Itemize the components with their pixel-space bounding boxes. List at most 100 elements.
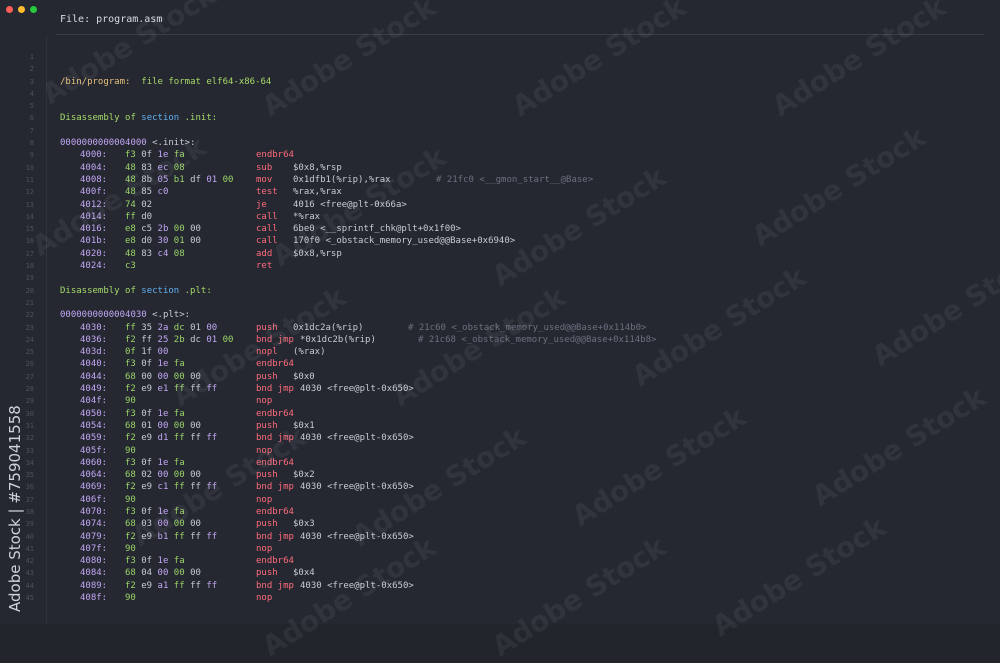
- instruction-bytes: 90: [125, 445, 136, 456]
- symbol-address: 0000000000004000: [60, 138, 147, 149]
- instruction-mnemonic: push: [256, 420, 278, 431]
- instruction-mnemonic: sub: [256, 162, 273, 173]
- code-line[interactable]: 1: [0, 51, 1000, 63]
- line-number: 14: [25, 212, 34, 221]
- instruction-mnemonic: push: [256, 371, 278, 382]
- code-line[interactable]: 41 407f: 90 nop: [0, 543, 1000, 555]
- instruction-address: 401b:: [80, 236, 108, 247]
- code-line[interactable]: 9 4000: f3 0f 1e fa endbr64: [0, 149, 1000, 161]
- code-line[interactable]: 21: [0, 297, 1000, 309]
- code-line[interactable]: 32 4059: f2 e9 d1 ff ff ff bnd jmp 4030 <fre…: [0, 432, 1000, 444]
- code-line[interactable]: 11 4008: 48 8b 05 b1 df 01 00 mov 0x1dfb1(%r…: [0, 174, 1000, 186]
- code-line[interactable]: 2: [0, 63, 1000, 75]
- line-number: 6: [29, 114, 34, 123]
- instruction-mnemonic: push: [256, 568, 278, 579]
- instruction-mnemonic: je: [256, 199, 267, 210]
- code-line[interactable]: 17 4020: 48 83 c4 08 add $0x8,%rsp: [0, 248, 1000, 260]
- instruction-mnemonic: add: [256, 248, 273, 259]
- line-number: 1: [29, 53, 34, 61]
- code-line[interactable]: 10 4004: 48 83 ec 08 sub $0x8,%rsp: [0, 162, 1000, 174]
- instruction-operands: $0x8,%rsp: [293, 162, 342, 173]
- code-line[interactable]: 5: [0, 100, 1000, 112]
- instruction-operands: $0x3: [293, 519, 315, 530]
- code-line[interactable]: 4: [0, 88, 1000, 100]
- instruction-address: 4054:: [80, 420, 108, 431]
- code-line[interactable]: 15 4016: e8 c5 2b 00 00 call 6be0 <__sprintf…: [0, 223, 1000, 235]
- line-number: 19: [25, 274, 34, 283]
- section-prefix: Disassembly of: [60, 113, 136, 124]
- code-line[interactable]: 6 Disassembly of section .init:: [0, 112, 1000, 124]
- code-line[interactable]: 7: [0, 125, 1000, 137]
- instruction-address: 4024:: [80, 261, 108, 272]
- code-line[interactable]: 38 4070: f3 0f 1e fa endbr64: [0, 506, 1000, 518]
- code-line[interactable]: 29 404f: 90 nop: [0, 395, 1000, 407]
- instruction-bytes: 48 83 c4 08: [125, 248, 185, 259]
- instruction-mnemonic: mov: [256, 174, 273, 185]
- line-number: 21: [25, 298, 34, 307]
- instruction-address: 4044:: [80, 371, 108, 382]
- instruction-bytes: 68 00 00 00 00: [125, 371, 201, 382]
- code-line[interactable]: 3/bin/program: file format elf64-x86-64: [0, 76, 1000, 88]
- instruction-mnemonic: nopl: [256, 347, 278, 358]
- line-number: 24: [25, 335, 34, 344]
- code-line[interactable]: 12 400f: 48 85 c0 test %rax,%rax: [0, 186, 1000, 198]
- code-line[interactable]: 18 4024: c3 ret: [0, 260, 1000, 272]
- code-line[interactable]: 26 4040: f3 0f 1e fa endbr64: [0, 358, 1000, 370]
- instruction-operands: %rax,%rax: [293, 187, 342, 198]
- code-line[interactable]: 16 401b: e8 d0 30 01 00 call 170f0 <_obstack…: [0, 235, 1000, 247]
- instruction-address: 4016:: [80, 224, 108, 235]
- code-line[interactable]: 14 4014: ff d0 call *%rax: [0, 211, 1000, 223]
- code-line[interactable]: 27 4044: 68 00 00 00 00 push $0x0: [0, 371, 1000, 383]
- instruction-address: 404f:: [80, 396, 108, 407]
- line-number: 18: [25, 262, 34, 271]
- code-line[interactable]: 20 Disassembly of section .plt:: [0, 285, 1000, 297]
- instruction-operands: $0x8,%rsp: [293, 248, 342, 259]
- instruction-operands: 0x1dfb1(%rip),%rax: [293, 174, 391, 185]
- code-line[interactable]: 28 4049: f2 e9 e1 ff ff ff bnd jmp 4030 <fre…: [0, 383, 1000, 395]
- code-line[interactable]: 42 4080: f3 0f 1e fa endbr64: [0, 555, 1000, 567]
- code-line[interactable]: 22 0000000000004030 <.plt>:: [0, 309, 1000, 321]
- code-line[interactable]: 33 405f: 90 nop: [0, 445, 1000, 457]
- instruction-address: 4059:: [80, 433, 108, 444]
- instruction-operands: 6be0 <__sprintf_chk@plt+0x1f00>: [293, 224, 461, 235]
- instruction-bytes: ff d0: [125, 211, 153, 222]
- symbol-address: 0000000000004030: [60, 310, 147, 321]
- code-line[interactable]: 24 4036: f2 ff 25 2b dc 01 00 bnd jmp *0x1dc…: [0, 334, 1000, 346]
- instruction-bytes: f3 0f 1e fa: [125, 359, 185, 370]
- code-line[interactable]: 39 4074: 68 03 00 00 00 push $0x3: [0, 518, 1000, 530]
- instruction-operands: $0x4: [293, 568, 315, 579]
- code-line[interactable]: 31 4054: 68 01 00 00 00 push $0x1: [0, 420, 1000, 432]
- code-line[interactable]: 45 408f: 90 nop: [0, 592, 1000, 604]
- instruction-address: 4012:: [80, 199, 108, 210]
- instruction-comment: # 21fc0 <__gmon_start__@Base>: [436, 174, 594, 185]
- instruction-address: 400f:: [80, 187, 108, 198]
- maximize-icon[interactable]: [30, 6, 37, 13]
- code-line[interactable]: 25 403d: 0f 1f 00 nopl (%rax): [0, 346, 1000, 358]
- instruction-address: 4069:: [80, 482, 108, 493]
- code-line[interactable]: 8 0000000000004000 <.init>:: [0, 137, 1000, 149]
- code-line[interactable]: 36 4069: f2 e9 c1 ff ff ff bnd jmp 4030 <fre…: [0, 481, 1000, 493]
- close-icon[interactable]: [6, 6, 13, 13]
- instruction-address: 4079:: [80, 531, 108, 542]
- code-line[interactable]: 43 4084: 68 04 00 00 00 push $0x4: [0, 567, 1000, 579]
- instruction-mnemonic: nop: [256, 396, 273, 407]
- code-line[interactable]: 44 4089: f2 e9 a1 ff ff ff bnd jmp 4030 <fre…: [0, 580, 1000, 592]
- instruction-operands: *%rax: [293, 211, 321, 222]
- code-line[interactable]: 30 4050: f3 0f 1e fa endbr64: [0, 408, 1000, 420]
- instruction-bytes: c3: [125, 261, 136, 272]
- code-line[interactable]: 37 406f: 90 nop: [0, 494, 1000, 506]
- code-line[interactable]: 34 4060: f3 0f 1e fa endbr64: [0, 457, 1000, 469]
- minimize-icon[interactable]: [18, 6, 25, 13]
- code-line[interactable]: 35 4064: 68 02 00 00 00 push $0x2: [0, 469, 1000, 481]
- line-number: 4: [29, 89, 34, 98]
- instruction-mnemonic: test: [256, 187, 278, 198]
- code-line[interactable]: 13 4012: 74 02 je 4016 <free@plt-0x66a>: [0, 199, 1000, 211]
- line-number: 11: [25, 175, 34, 184]
- code-line[interactable]: 23 4030: ff 35 2a dc 01 00 push 0x1dc2a(%rip…: [0, 322, 1000, 334]
- code-view[interactable]: 1 2 3/bin/program: file format elf64-x86-6…: [0, 51, 1000, 604]
- code-line[interactable]: 40 4079: f2 e9 b1 ff ff ff bnd jmp 4030 <fre…: [0, 531, 1000, 543]
- code-line[interactable]: 19: [0, 272, 1000, 284]
- instruction-mnemonic: bnd jmp: [256, 334, 294, 345]
- file-format-line: /bin/program: file format elf64-x86-64: [60, 76, 271, 88]
- instruction-mnemonic: nop: [256, 494, 273, 505]
